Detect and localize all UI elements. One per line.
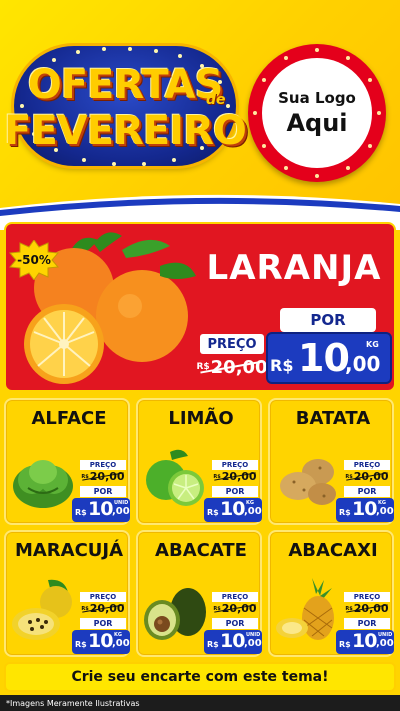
logo-inner: Sua Logo Aqui <box>262 58 372 168</box>
pineapple-icon <box>272 574 342 644</box>
disclaimer-bar: *Imagens Meramente Ilustrativas <box>0 695 400 711</box>
product-price-decimal: ,00 <box>112 638 130 649</box>
featured-price-unit: KG <box>366 340 379 349</box>
product-price-decimal: ,00 <box>376 506 394 517</box>
product-por-label: POR <box>212 618 258 629</box>
product-price-decimal: ,00 <box>376 638 394 649</box>
product-price-label: PREÇO <box>212 592 258 602</box>
title-de: de <box>206 92 226 108</box>
product-currency: R$ <box>339 508 351 517</box>
passion-fruit-icon <box>8 574 78 644</box>
product-por-label: POR <box>80 618 126 629</box>
product-price-label: PREÇO <box>80 460 126 470</box>
cta-banner[interactable]: Crie seu encarte com este tema! <box>4 662 396 692</box>
disclaimer-text: *Imagens Meramente Ilustrativas <box>6 698 140 708</box>
product-por-label: POR <box>80 486 126 497</box>
product-currency: R$ <box>75 640 87 649</box>
product-card[interactable]: ALFACE PREÇO R$ 20,00 POR R$ 10 ,00 UNID <box>4 398 130 525</box>
discount-badge: -50% <box>17 253 51 267</box>
product-currency: R$ <box>75 508 87 517</box>
product-price-decimal: ,00 <box>112 506 130 517</box>
product-name: ABACAXI <box>288 540 378 561</box>
product-currency: R$ <box>207 640 219 649</box>
featured-price-decimal: ,00 <box>345 352 381 376</box>
product-price-decimal: ,00 <box>244 506 262 517</box>
lime-icon <box>140 442 210 512</box>
product-currency: R$ <box>207 508 219 517</box>
product-card[interactable]: BATATA PREÇO R$ 20,00 POR R$ 10 ,00 KG <box>268 398 394 525</box>
product-price-label: PREÇO <box>212 460 258 470</box>
product-name: BATATA <box>295 408 371 429</box>
product-card[interactable]: LIMÃO PREÇO R$ 20,00 POR R$ 10 ,00 KG <box>136 398 262 525</box>
featured-price-label: PREÇO <box>200 334 264 354</box>
avocado-icon <box>140 574 210 644</box>
product-price-unit: KG <box>246 500 254 506</box>
product-name: ABACATE <box>155 540 247 561</box>
product-card[interactable]: ABACATE PREÇO R$ 20,00 POR R$ 10 ,00 UNID <box>136 530 262 657</box>
product-price-unit: UNID <box>246 632 261 638</box>
featured-product-name: LARANJA <box>206 248 382 288</box>
featured-por-label: POR <box>280 308 376 332</box>
product-price-label: PREÇO <box>80 592 126 602</box>
product-por-label: POR <box>212 486 258 497</box>
featured-old-value: 20,00 <box>210 356 268 378</box>
product-price-integer: 10 <box>88 630 113 652</box>
product-currency: R$ <box>339 640 351 649</box>
product-price-integer: 10 <box>352 498 377 520</box>
product-name: MARACUJÁ <box>14 540 124 561</box>
lettuce-icon <box>8 442 78 512</box>
product-price-label: PREÇO <box>344 592 390 602</box>
product-name: LIMÃO <box>168 408 234 429</box>
logo-text-line2: Aqui <box>286 109 348 137</box>
product-price-unit: UNID <box>114 500 129 506</box>
logo-text-line1: Sua Logo <box>278 89 356 107</box>
product-price-unit: UNID <box>378 632 393 638</box>
product-por-label: POR <box>344 618 390 629</box>
product-card[interactable]: ABACAXI PREÇO R$ 20,00 POR R$ 10 ,00 UNID <box>268 530 394 657</box>
featured-currency: R$ <box>270 356 294 375</box>
potato-icon <box>272 442 342 512</box>
product-price-integer: 10 <box>220 630 245 652</box>
product-price-integer: 10 <box>352 630 377 652</box>
product-price-integer: 10 <box>88 498 113 520</box>
product-price-unit: KG <box>378 500 386 506</box>
featured-price-integer: 10 <box>298 336 350 380</box>
title-fevereiro: FEVEREIRO <box>4 108 247 154</box>
product-price-unit: KG <box>114 632 122 638</box>
product-price-decimal: ,00 <box>244 638 262 649</box>
logo-placeholder[interactable]: Sua Logo Aqui <box>248 44 386 182</box>
product-name: ALFACE <box>31 408 107 429</box>
product-price-integer: 10 <box>220 498 245 520</box>
product-card[interactable]: MARACUJÁ PREÇO R$ 20,00 POR R$ 10 ,00 KG <box>4 530 130 657</box>
product-por-label: POR <box>344 486 390 497</box>
product-price-label: PREÇO <box>344 460 390 470</box>
